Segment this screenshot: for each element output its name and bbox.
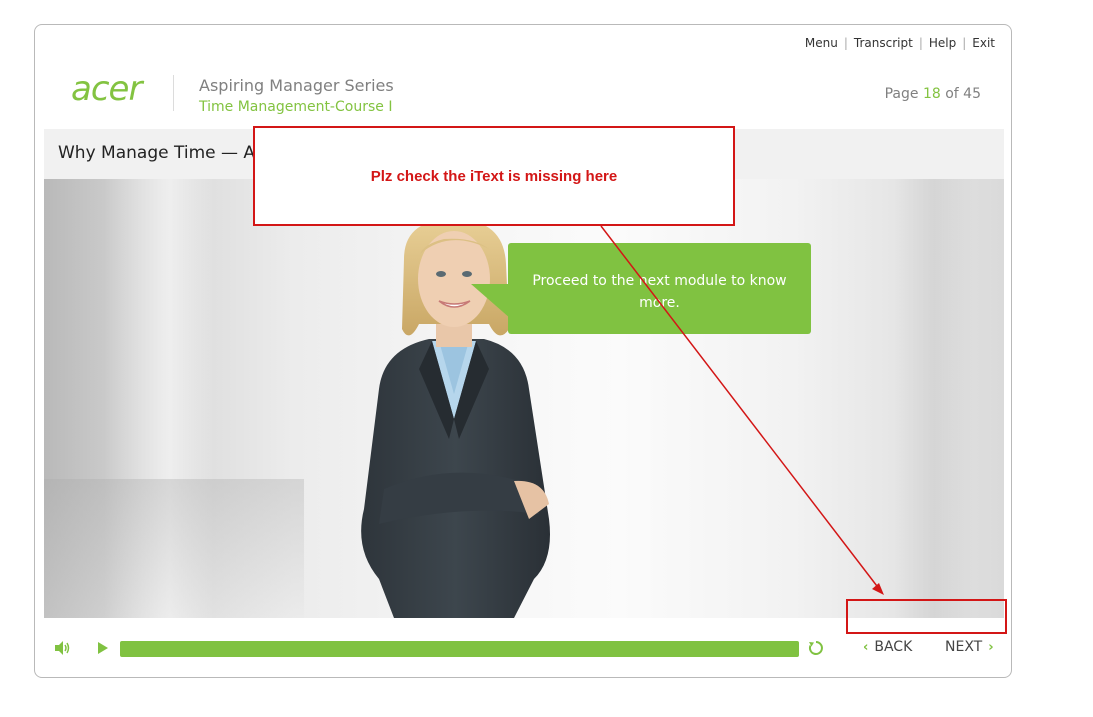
back-button[interactable]: ‹ BACK [863,639,912,655]
top-nav: Menu | Transcript | Help | Exit [805,36,995,50]
replay-icon[interactable] [807,639,825,657]
chevron-left-icon: ‹ [863,639,869,655]
playback-controls: ‹ BACK NEXT › [35,633,1013,663]
page-label: Page [884,86,919,102]
slide-title: Why Manage Time — A [58,143,256,163]
review-annotation-target [846,599,1007,634]
transcript-link[interactable]: Transcript [854,36,913,50]
review-annotation-box: Plz check the iText is missing here [253,126,735,226]
acer-logo: acer [71,69,142,109]
page-indicator: Page 18 of 45 [885,86,981,102]
page-of: of [945,86,959,102]
volume-icon[interactable] [53,639,71,657]
background-pillar [894,179,974,618]
course-player: Menu | Transcript | Help | Exit acer Asp… [34,24,1012,678]
page-current: 18 [922,86,941,102]
background-floor [44,479,304,618]
series-title: Aspiring Manager Series [199,76,394,95]
nav-separator: | [843,36,848,50]
review-annotation-text: Plz check the iText is missing here [370,168,618,185]
help-link[interactable]: Help [929,36,956,50]
menu-link[interactable]: Menu [805,36,838,50]
speech-bubble-tail [471,284,511,319]
nav-separator: | [962,36,967,50]
back-label: BACK [874,639,913,655]
progress-fill [120,641,799,657]
next-button[interactable]: NEXT › [945,639,994,655]
speech-bubble: Proceed to the next module to know more. [508,243,811,334]
page-total: 45 [963,86,981,102]
play-icon[interactable] [95,639,111,657]
progress-bar[interactable] [120,641,799,657]
course-title: Time Management-Course I [199,99,393,115]
chevron-right-icon: › [988,639,994,655]
exit-link[interactable]: Exit [972,36,995,50]
header-divider [173,75,174,111]
next-label: NEXT [945,639,983,655]
slide-stage: Proceed to the next module to know more. [44,179,1004,618]
nav-separator: | [918,36,923,50]
